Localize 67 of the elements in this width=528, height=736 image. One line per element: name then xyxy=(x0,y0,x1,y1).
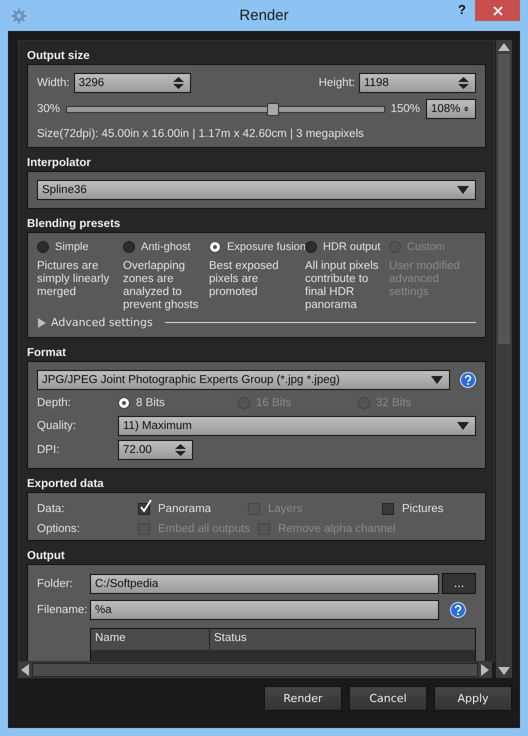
close-button[interactable] xyxy=(475,0,520,21)
radio-button[interactable] xyxy=(123,241,135,253)
help-icon[interactable] xyxy=(450,602,466,618)
section-heading: Blending presets xyxy=(27,218,122,230)
field-label: Depth: xyxy=(37,397,72,409)
interpolator-dropdown[interactable]: Spline36 xyxy=(37,180,476,200)
preset-description: Best exposed pixels are promoted xyxy=(209,260,280,299)
column-header[interactable]: Status xyxy=(210,629,475,650)
help-button[interactable]: ? xyxy=(454,2,470,17)
preset-description: Overlapping zones are analyzed to prevent ghosts xyxy=(123,260,200,312)
dropdown-arrow-icon xyxy=(457,186,469,194)
field-label: Quality: xyxy=(37,420,77,432)
dpi-spinbox[interactable]: 72.00 xyxy=(118,440,193,460)
window-title: Render xyxy=(239,7,289,24)
scale-spinbox[interactable]: 108% xyxy=(426,99,476,119)
preset-description: All input pixels contribute to final HDR panorama xyxy=(305,260,380,312)
preset-description: Pictures are simply linearly merged xyxy=(37,260,110,299)
radio-button[interactable] xyxy=(305,241,317,253)
field-label: Filename: xyxy=(37,604,88,616)
size-info-text: Size(72dpi): 45.00in x 16.00in | 1.17m x 42.60cm | 3 megapixels xyxy=(37,128,365,140)
section-heading: Exported data xyxy=(27,478,105,490)
filename-field[interactable]: %a xyxy=(90,600,439,620)
browse-button[interactable]: ... xyxy=(442,573,476,594)
field-label: Options: xyxy=(37,523,81,535)
option-label: 8 Bits xyxy=(136,397,165,409)
dropdown-arrow-icon xyxy=(457,422,469,430)
dialog-button[interactable]: Render xyxy=(264,686,342,711)
folder-field[interactable]: C:/Softpedia xyxy=(90,574,439,594)
close-icon xyxy=(492,6,502,16)
spin-arrows-icon xyxy=(172,77,184,89)
scale-min-label: 30% xyxy=(37,103,60,115)
radio-button[interactable] xyxy=(37,241,49,253)
spin-arrows-icon xyxy=(175,444,186,456)
field-label: Width: xyxy=(37,77,70,89)
section-heading: Format xyxy=(27,347,67,359)
dialog-button[interactable]: Cancel xyxy=(349,686,427,711)
vertical-scrollbar[interactable] xyxy=(496,40,512,678)
width-spinbox[interactable]: 3296 xyxy=(74,73,191,93)
dialog-button[interactable]: Apply xyxy=(434,686,512,711)
preset-label: Anti-ghost xyxy=(141,241,191,253)
field-label: Folder: xyxy=(37,578,74,590)
section-heading: Interpolator xyxy=(27,157,92,169)
option-label: Panorama xyxy=(158,503,212,515)
checkbox[interactable] xyxy=(382,503,394,515)
radio-button[interactable] xyxy=(118,397,130,409)
section-heading: Output xyxy=(27,550,66,562)
quality-dropdown[interactable]: 11) Maximum xyxy=(118,416,476,436)
spin-arrows-icon xyxy=(458,77,469,89)
dropdown-arrow-icon xyxy=(431,376,443,384)
radio-button[interactable] xyxy=(209,241,221,253)
caret-right-icon xyxy=(37,318,47,328)
field-label: DPI: xyxy=(37,444,60,456)
column-header[interactable]: Name xyxy=(91,629,210,650)
advanced-settings-toggle[interactable]: Advanced settings xyxy=(37,316,153,329)
help-icon[interactable] xyxy=(460,372,476,388)
gear-icon[interactable] xyxy=(11,8,27,24)
preset-label: Simple xyxy=(55,241,89,253)
scale-max-label: 150% xyxy=(390,103,420,115)
field-label: Height: xyxy=(318,77,355,89)
horizontal-scrollbar[interactable] xyxy=(18,662,492,678)
height-spinbox[interactable]: 1198 xyxy=(359,73,476,93)
section-heading: Output size xyxy=(27,50,91,62)
preset-label: HDR output xyxy=(323,241,380,253)
field-label: Data: xyxy=(37,503,66,515)
format-dropdown[interactable]: JPG/JPEG Joint Photographic Experts Group (*.jpg *.jpeg) xyxy=(37,370,450,390)
option-label: Pictures xyxy=(402,503,444,515)
preset-label: Exposure fusion xyxy=(227,241,306,253)
